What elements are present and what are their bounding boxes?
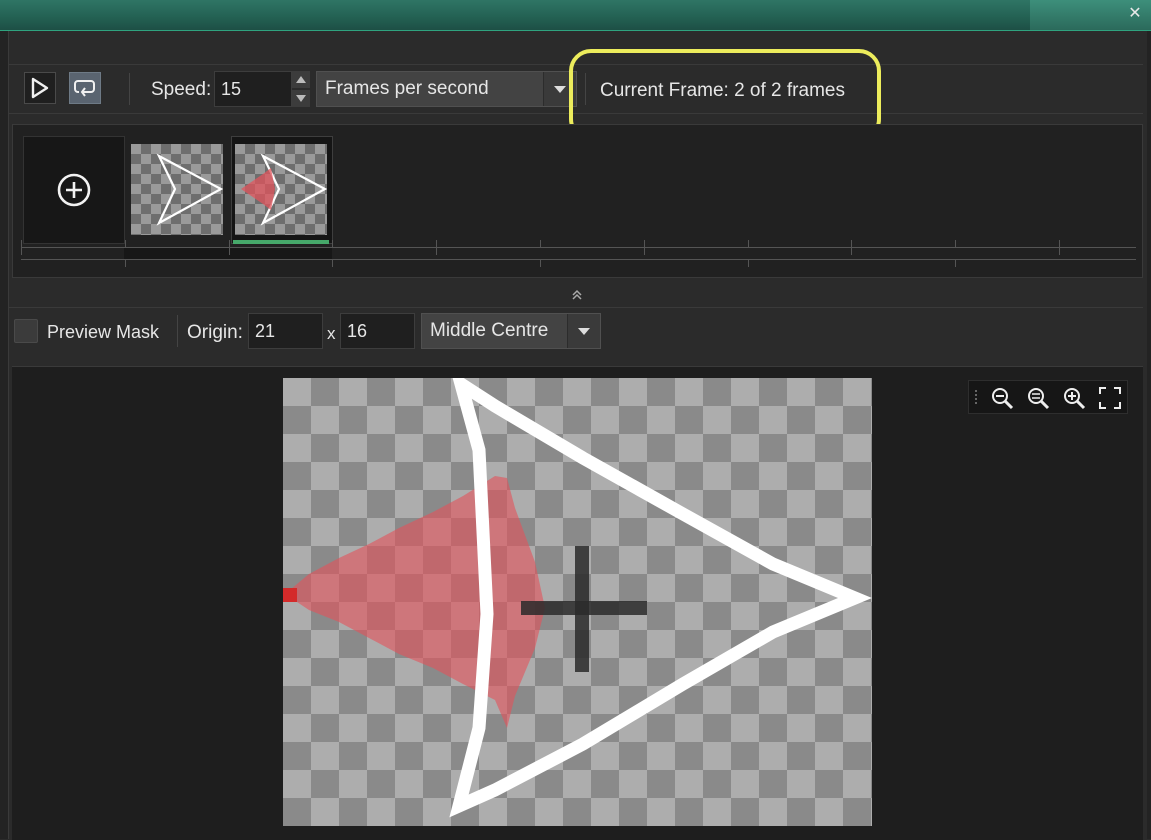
origin-x-input[interactable]: 21	[248, 313, 323, 349]
frame-thumbnail[interactable]	[131, 144, 224, 235]
speed-stepper[interactable]	[292, 71, 310, 107]
timeline-tick	[436, 240, 438, 247]
timeline-tick	[332, 240, 334, 247]
section-divider	[9, 307, 1143, 308]
timeline-tick	[1059, 248, 1060, 255]
timeline-tick	[21, 240, 22, 247]
frames-panel	[12, 124, 1143, 278]
zoom-out-button[interactable]	[987, 383, 1017, 413]
timeline-track	[21, 259, 1136, 260]
arrow-sprite-image	[156, 153, 224, 226]
timeline-tick	[436, 248, 438, 255]
drag-handle-icon[interactable]	[975, 390, 981, 404]
speed-input[interactable]: 15	[214, 71, 292, 107]
loop-icon	[74, 80, 95, 97]
preview-mask-checkbox[interactable]	[14, 319, 38, 343]
timeline-tick	[332, 260, 334, 267]
add-frame-button[interactable]	[23, 136, 125, 244]
timeline-tick	[643, 248, 645, 255]
timeline-tick	[955, 260, 957, 267]
collision-mask	[285, 476, 545, 728]
timeline-tick	[747, 240, 749, 247]
stepper-down-icon[interactable]	[292, 90, 310, 107]
stepper-up-icon[interactable]	[292, 71, 310, 88]
zoom-toolbar	[968, 380, 1128, 414]
timeline-tick	[851, 240, 853, 247]
timeline-tick	[1059, 240, 1060, 247]
origin-x-separator: x	[327, 324, 336, 343]
left-panel-edge	[0, 31, 9, 839]
chevron-down-icon[interactable]	[567, 314, 600, 348]
origin-label: Origin:	[187, 322, 243, 343]
fit-screen-icon	[1099, 387, 1121, 409]
zoom-reset-button[interactable]	[1023, 383, 1053, 413]
sprite-image	[283, 369, 872, 818]
collapse-panel-icon[interactable]	[570, 288, 584, 302]
frame-timeline[interactable]	[21, 240, 1136, 267]
timeline-tick	[540, 240, 541, 247]
timeline-tick	[747, 260, 749, 267]
toolbar-separator	[177, 315, 178, 347]
speed-unit-select[interactable]: Frames per second	[316, 71, 577, 107]
origin-y-input[interactable]: 16	[340, 313, 415, 349]
zoom-in-button[interactable]	[1059, 383, 1089, 413]
timeline-tick	[21, 248, 22, 255]
close-icon[interactable]: ✕	[1127, 5, 1143, 23]
selected-frame-indicator	[233, 240, 329, 244]
timeline-tick	[851, 248, 853, 255]
zoom-reset-icon	[1028, 388, 1050, 410]
timeline-tick	[124, 240, 126, 247]
frame-thumbnail-image	[235, 144, 328, 235]
timeline-tick	[228, 248, 230, 255]
window-titlebar: ✕	[0, 0, 1151, 31]
timeline-tick	[955, 240, 957, 247]
zoom-in-icon	[1064, 388, 1086, 410]
toolbar-separator	[129, 73, 130, 105]
plus-circle-icon	[57, 173, 91, 207]
timeline-tick	[124, 260, 126, 267]
timeline-tick	[643, 240, 645, 247]
origin-preset-value: Middle Centre	[430, 320, 549, 341]
fit-screen-button[interactable]	[1095, 383, 1125, 413]
zoom-out-icon	[992, 388, 1014, 410]
timeline-tick	[228, 240, 230, 247]
play-button[interactable]	[24, 72, 56, 104]
loop-button[interactable]	[69, 72, 101, 104]
arrow-sprite-image	[241, 153, 328, 226]
preview-mask-label: Preview Mask	[47, 322, 160, 342]
play-icon	[31, 77, 49, 99]
origin-preset-select[interactable]: Middle Centre	[421, 313, 601, 349]
speed-label: Speed:	[151, 79, 212, 100]
timeline-tick	[540, 260, 541, 267]
right-panel-edge	[1147, 31, 1151, 839]
speed-unit-value: Frames per second	[325, 78, 489, 99]
sprite-canvas[interactable]	[283, 369, 872, 826]
